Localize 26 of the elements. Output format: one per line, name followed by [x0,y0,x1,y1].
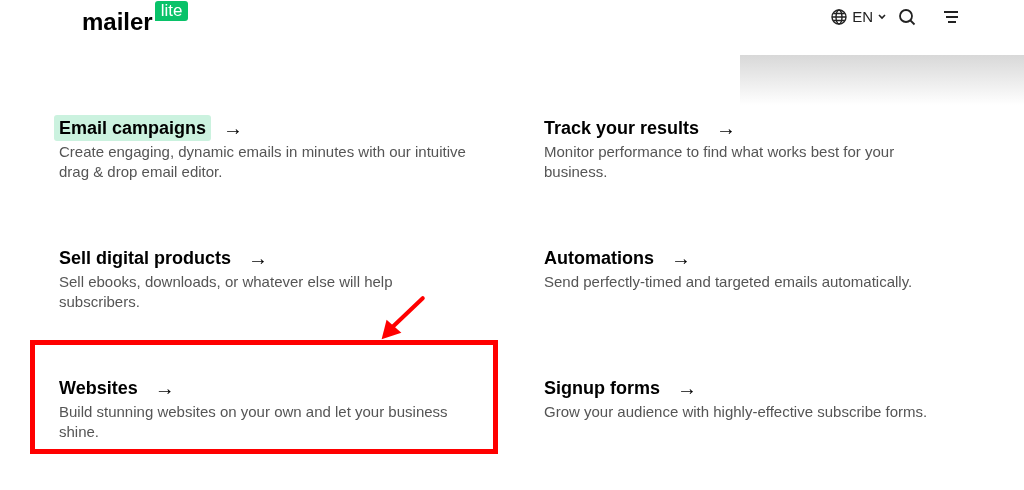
feature-description: Create engaging, dynamic emails in minutes with our intuitive drag & drop email editor. [59,142,467,182]
feature-link[interactable]: Email campaigns [54,115,212,141]
arrow-glyph: → [154,376,175,401]
feature-description: Grow your audience with highly-effective subscribe forms. [544,402,929,422]
annotation-arrow [380,295,426,341]
feature-description: Sell ebooks, downloads, or whatever else will help subscribers. [59,272,394,312]
menu-icon[interactable] [944,11,958,24]
arrow-glyph: → [671,246,691,271]
feature-description: Monitor performance to find what works best for your business. [544,142,896,182]
logo-wordmark: mailer [82,7,153,37]
feature-description: Build stunning websites on your own and let your business shine. [59,402,449,442]
feature-link[interactable]: Websites [54,375,143,401]
feature-link[interactable]: Automations [539,245,659,271]
globe-icon [831,9,848,26]
arrow-glyph: → [677,376,697,401]
feature-link[interactable]: Sell digital products [54,245,237,271]
feature-link[interactable]: Signup forms [539,375,665,401]
arrow-glyph: → [716,116,737,141]
arrow-glyph: → [223,116,244,141]
feature-link[interactable]: Track your results [539,115,705,141]
search-icon[interactable] [898,8,916,27]
language-selector[interactable]: EN [831,6,886,29]
arrow-glyph: → [248,246,269,271]
chevron-icon [878,14,886,21]
feature-description: Send perfectly-timed and targeted emails automatically. [544,272,914,292]
logo-badge: lite [154,1,189,21]
